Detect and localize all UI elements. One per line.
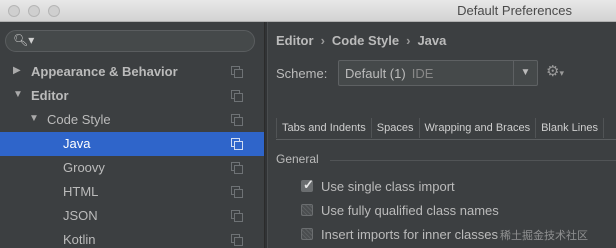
window-title: Default Preferences <box>457 3 572 18</box>
tree-item-json[interactable]: JSON <box>0 204 264 228</box>
gear-icon[interactable]: ⚙▾ <box>546 62 564 80</box>
scheme-scope: IDE <box>411 66 434 81</box>
code-style-tabs: Tabs and Indents Spaces Wrapping and Brace… <box>276 118 616 140</box>
breadcrumb-separator-icon: › <box>406 33 411 48</box>
tree-item-editor[interactable]: ▼ Editor <box>0 84 264 108</box>
tab-spaces[interactable]: Spaces <box>372 118 420 138</box>
option-label: Insert imports for inner classes <box>321 227 499 242</box>
project-scope-icon <box>231 138 243 150</box>
project-scope-icon <box>231 234 243 246</box>
watermark: 稀土掘金技术社区 <box>500 229 588 242</box>
title-bar: Default Preferences <box>0 0 616 22</box>
tree-item-code-style[interactable]: ▼ Code Style <box>0 108 264 132</box>
tree-item-java[interactable]: Java <box>0 132 264 156</box>
chevron-down-icon[interactable]: ▼ <box>513 61 537 85</box>
project-scope-icon <box>231 162 243 174</box>
tree-item-appearance-behavior[interactable]: ▶ Appearance & Behavior <box>0 60 264 84</box>
scheme-name: Default (1) <box>345 66 406 81</box>
breadcrumb-item: Editor <box>276 33 314 48</box>
tree-item-label: HTML <box>63 184 99 199</box>
collapse-arrow-icon[interactable]: ▼ <box>13 89 23 100</box>
tree-item-label: Groovy <box>63 160 105 175</box>
checkbox[interactable]: ✓ <box>301 177 314 192</box>
breadcrumb-item: Code Style <box>331 33 400 48</box>
option-label: Use single class import <box>321 179 455 194</box>
settings-content: Editor › Code Style › Java Scheme: Default (… <box>268 22 616 248</box>
section-title-general: General <box>276 152 319 166</box>
collapse-arrow-icon[interactable]: ▼ <box>29 113 39 124</box>
tree-item-label: Kotlin <box>63 232 96 247</box>
project-scope-icon <box>231 210 243 222</box>
settings-sidebar: 🔍︎▾ ▶ Appearance & Behavior ▼ Editor ▼ C… <box>0 22 264 248</box>
tab-blank-lines[interactable]: Blank Lines <box>536 118 604 138</box>
section-divider <box>330 160 616 161</box>
checkbox[interactable] <box>301 228 313 240</box>
tree-item-label: Java <box>63 136 91 151</box>
project-scope-icon <box>231 186 243 198</box>
tab-tabs-and-indents[interactable]: Tabs and Indents <box>276 118 372 138</box>
tree-item-kotlin[interactable]: Kotlin <box>0 228 264 248</box>
project-scope-icon <box>231 90 243 102</box>
scheme-label: Scheme: <box>276 66 328 81</box>
project-scope-icon <box>231 114 243 126</box>
search-input[interactable] <box>32 33 247 49</box>
tab-wrapping-and-braces[interactable]: Wrapping and Braces <box>420 118 537 138</box>
tree-item-label: JSON <box>63 208 98 223</box>
search-box[interactable]: 🔍︎▾ <box>5 30 255 52</box>
tree-item-label: Editor <box>31 88 69 103</box>
breadcrumb: Editor › Code Style › Java <box>276 33 446 48</box>
scheme-value: Default (1) IDE <box>345 66 433 81</box>
expand-arrow-icon[interactable]: ▶ <box>13 65 21 76</box>
scheme-dropdown[interactable]: Default (1) IDE ▼ <box>338 60 538 86</box>
tree-item-label: Appearance & Behavior <box>31 64 178 79</box>
project-scope-icon <box>231 66 243 78</box>
breadcrumb-separator-icon: › <box>320 33 325 48</box>
tree-item-html[interactable]: HTML <box>0 180 264 204</box>
option-label: Use fully qualified class names <box>321 203 499 218</box>
tree-item-label: Code Style <box>47 112 111 127</box>
breadcrumb-item: Java <box>417 33 447 48</box>
checkmark-icon: ✓ <box>303 177 314 192</box>
tree-item-groovy[interactable]: Groovy <box>0 156 264 180</box>
checkbox[interactable] <box>301 204 313 216</box>
